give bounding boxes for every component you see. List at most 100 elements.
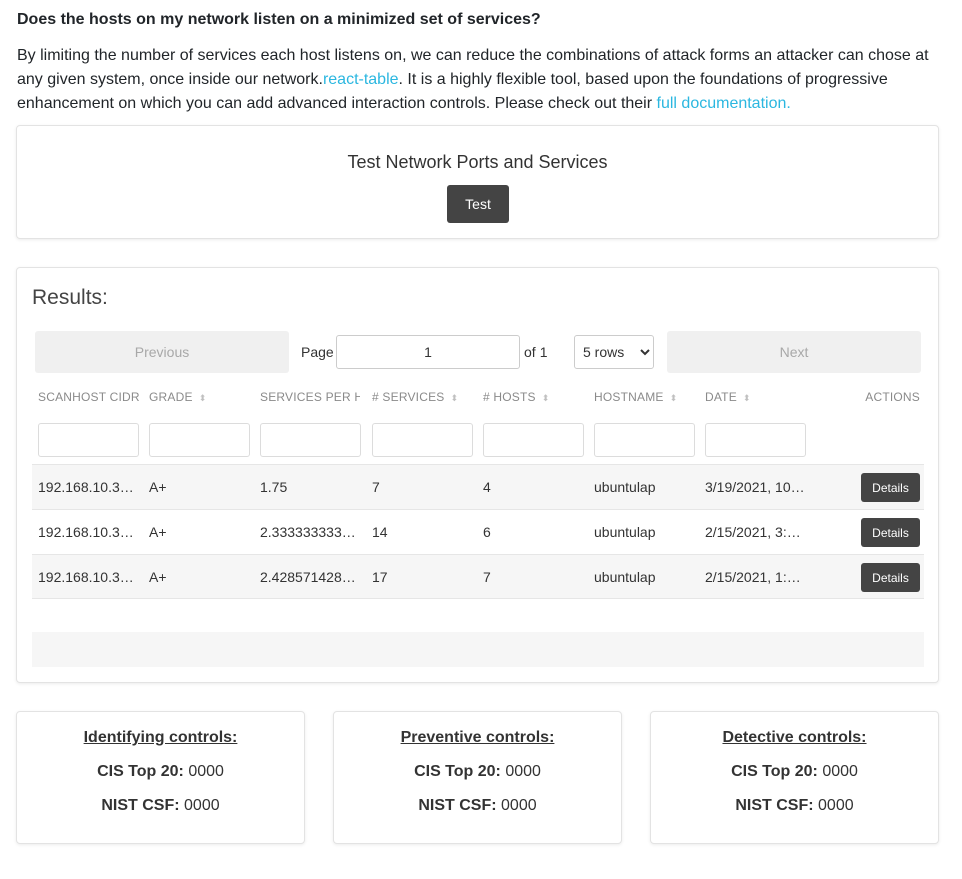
col-header-hosts[interactable]: # HOSTS ⬍ [483,390,550,404]
filter-grade[interactable] [149,423,250,457]
details-button[interactable]: Details [861,563,920,592]
nist-line: NIST CSF: 0000 [17,797,304,815]
cis-line: CIS Top 20: 0000 [334,763,621,781]
col-label: # HOSTS [483,390,536,404]
test-card: Test Network Ports and Services Test [16,125,939,239]
react-table-link[interactable]: react-table [323,71,399,88]
results-table: SCANHOST CIDR⬍ GRADE⬍ SERVICES PER H... … [32,384,924,599]
previous-button[interactable]: Previous [35,331,289,373]
rows-per-page-select[interactable]: 5 rows [574,335,654,369]
cell-services: 14 [372,524,388,540]
col-header-actions: ACTIONS [865,390,920,404]
details-button[interactable]: Details [861,518,920,547]
cell-hosts: 7 [483,569,491,585]
col-header-hostname[interactable]: HOSTNAME ⬍ [594,390,677,404]
col-label: SCANHOST CIDR [38,390,140,404]
table-row: 192.168.10.38... A+ 2.4285714285... 17 7… [32,554,924,599]
table-row: 192.168.10.38... A+ 1.75 7 4 ubuntulap 3… [32,464,924,509]
details-button[interactable]: Details [861,473,920,502]
test-button[interactable]: Test [447,185,509,223]
col-label: SERVICES PER H... [260,390,360,404]
next-button[interactable]: Next [667,331,921,373]
total-pages: 1 [539,344,548,360]
nist-value: 0000 [501,797,537,814]
page-label: Page [301,344,334,360]
cis-label: CIS Top 20: [414,763,501,780]
nist-label: NIST CSF: [418,797,497,814]
cell-hostname: ubuntulap [594,569,656,585]
filter-services-per-host[interactable] [260,423,361,457]
full-documentation-link[interactable]: full documentation. [657,95,791,112]
results-title: Results: [32,286,108,309]
sort-icon: ⬍ [541,393,550,403]
sort-icon: ⬍ [450,393,459,403]
cell-hosts: 4 [483,479,491,495]
filter-scanhost-cidr[interactable] [38,423,139,457]
table-header: SCANHOST CIDR⬍ GRADE⬍ SERVICES PER H... … [32,384,924,464]
cell-cidr: 192.168.10.38... [38,479,138,495]
cell-date: 2/15/2021, 1:5... [705,569,805,585]
cell-date: 3/19/2021, 10:... [705,479,805,495]
cell-services-per-host: 2.3333333333... [260,524,360,540]
cis-line: CIS Top 20: 0000 [17,763,304,781]
page-question: Does the hosts on my network listen on a… [17,11,541,28]
filter-services[interactable] [372,423,473,457]
nist-line: NIST CSF: 0000 [334,797,621,815]
page-number-input[interactable] [336,335,520,369]
cell-grade: A+ [149,524,167,540]
nist-line: NIST CSF: 0000 [651,797,938,815]
cell-grade: A+ [149,479,167,495]
cell-services: 7 [372,479,380,495]
controls-title: Detective controls: [722,729,867,746]
sort-icon: ⬍ [742,393,751,403]
cell-grade: A+ [149,569,167,585]
table-footer [32,632,924,667]
cell-hostname: ubuntulap [594,479,656,495]
cis-label: CIS Top 20: [97,763,184,780]
cell-services-per-host: 2.4285714285... [260,569,360,585]
nist-label: NIST CSF: [101,797,180,814]
table-row: 192.168.10.38... A+ 2.3333333333... 14 6… [32,509,924,554]
test-card-title: Test Network Ports and Services [347,152,608,172]
col-header-services[interactable]: # SERVICES ⬍ [372,390,458,404]
cis-label: CIS Top 20: [731,763,818,780]
col-label: # SERVICES [372,390,445,404]
controls-title: Preventive controls: [400,729,555,746]
col-label: GRADE [149,390,193,404]
cis-value: 0000 [822,763,858,780]
identifying-controls-card: Identifying controls: CIS Top 20: 0000 N… [16,711,305,844]
pagination: Previous Page of1 5 rows Next [35,331,921,373]
cis-value: 0000 [188,763,224,780]
page-total: of 1 [524,344,547,360]
preventive-controls-card: Preventive controls: CIS Top 20: 0000 NI… [333,711,622,844]
cell-services: 17 [372,569,388,585]
detective-controls-card: Detective controls: CIS Top 20: 0000 NIS… [650,711,939,844]
sort-icon: ⬍ [198,393,207,403]
of-label: of [524,344,536,360]
col-label: ACTIONS [865,390,920,404]
cell-hostname: ubuntulap [594,524,656,540]
results-card: Results: Previous Page of1 5 rows Next S… [16,267,939,683]
nist-value: 0000 [818,797,854,814]
intro-paragraph: By limiting the number of services each … [17,44,947,116]
filter-hosts[interactable] [483,423,584,457]
pagination-center: Page of1 5 rows [301,331,661,373]
cell-cidr: 192.168.10.38... [38,569,138,585]
col-header-grade[interactable]: GRADE ⬍ [149,390,206,404]
cis-value: 0000 [505,763,541,780]
col-header-scanhost-cidr[interactable]: SCANHOST CIDR⬍ [38,390,142,404]
cell-hosts: 6 [483,524,491,540]
filter-hostname[interactable] [594,423,695,457]
col-label: HOSTNAME [594,390,664,404]
col-label: DATE [705,390,737,404]
cell-cidr: 192.168.10.38... [38,524,138,540]
sort-icon: ⬍ [669,393,678,403]
col-header-services-per-host[interactable]: SERVICES PER H... [260,390,360,404]
cell-date: 2/15/2021, 3:4... [705,524,805,540]
filter-date[interactable] [705,423,806,457]
nist-value: 0000 [184,797,220,814]
cell-services-per-host: 1.75 [260,479,288,495]
cis-line: CIS Top 20: 0000 [651,763,938,781]
nist-label: NIST CSF: [735,797,814,814]
col-header-date[interactable]: DATE ⬍ [705,390,751,404]
